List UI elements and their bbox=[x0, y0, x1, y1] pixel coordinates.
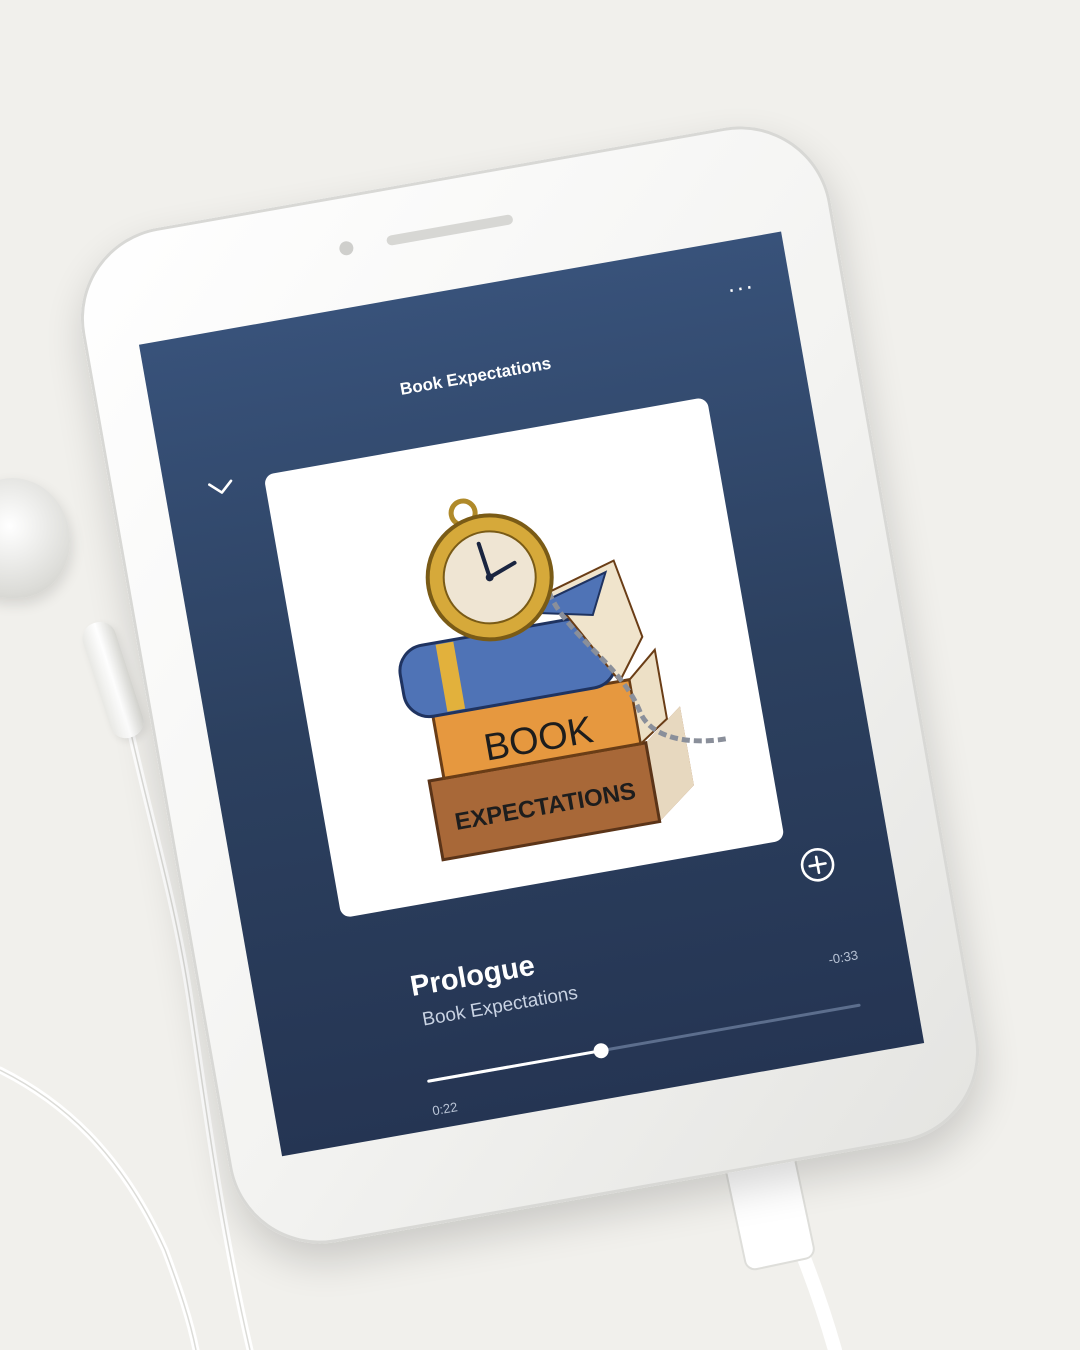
cover-illustration: BOOK EXPECTATIONS bbox=[398, 498, 727, 862]
phone-camera bbox=[338, 240, 355, 257]
rewind-15-icon[interactable]: 15 bbox=[505, 1133, 572, 1157]
sleep-timer-icon[interactable] bbox=[880, 1076, 915, 1111]
pause-icon-bar bbox=[655, 1127, 670, 1157]
progress-fill bbox=[427, 1049, 601, 1083]
more-icon[interactable]: ··· bbox=[725, 272, 756, 303]
phone-speaker bbox=[385, 213, 514, 247]
progress-thumb[interactable] bbox=[592, 1042, 610, 1060]
forward-15-icon[interactable]: 15 bbox=[745, 1091, 812, 1156]
chevron-down-icon[interactable] bbox=[206, 476, 237, 499]
time-elapsed: 0:22 bbox=[431, 1099, 459, 1119]
pause-icon bbox=[638, 1130, 653, 1157]
cover-art: BOOK EXPECTATIONS bbox=[263, 396, 785, 919]
add-circle-icon[interactable] bbox=[797, 844, 839, 886]
forward-seconds: 15 bbox=[767, 1118, 790, 1141]
time-remaining: -0:33 bbox=[827, 947, 860, 968]
pause-button[interactable] bbox=[607, 1099, 701, 1157]
player-screen: ··· Book Expectations BOOK EXPECTATIONS … bbox=[138, 231, 925, 1157]
